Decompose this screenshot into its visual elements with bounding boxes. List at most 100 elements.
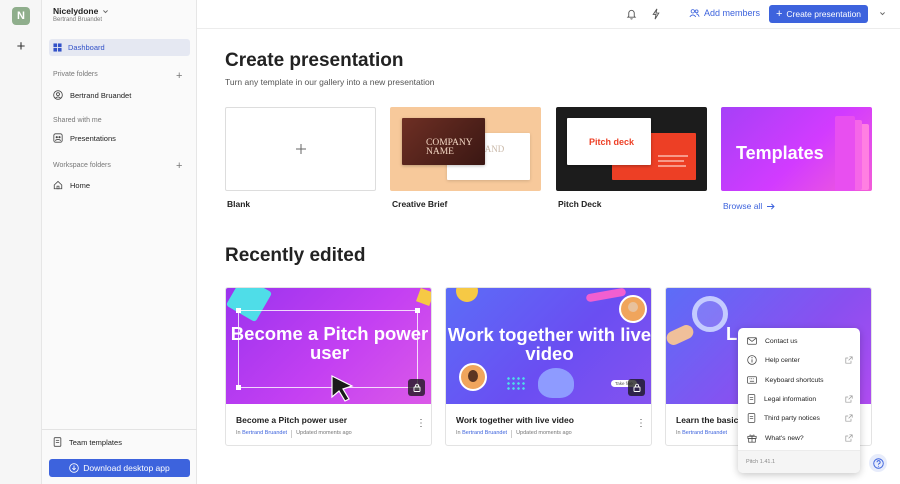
pitch-slide-front: Pitch deck: [567, 118, 651, 165]
help-item-third-party-notices[interactable]: Third party notices: [747, 411, 853, 425]
sidebar-item-private-user[interactable]: Bertrand Bruandet: [53, 90, 131, 100]
avatar-face: [628, 302, 638, 312]
help-item-whats-new[interactable]: What's new?: [747, 431, 853, 445]
decor-hand: [666, 322, 696, 348]
chevron-down-icon[interactable]: [879, 10, 886, 17]
help-item-label: What's new?: [765, 434, 804, 442]
help-button[interactable]: [869, 454, 887, 472]
meta-separator: [291, 430, 293, 438]
download-icon: [69, 463, 79, 473]
decor-yellow-shape: [456, 288, 478, 302]
sidebar-item-home[interactable]: Home: [53, 180, 90, 190]
decor-cone: [538, 368, 574, 398]
template-pitch-deck[interactable]: Pitch deck: [556, 107, 707, 191]
external-link-icon: [845, 414, 853, 422]
team-templates-label: Team templates: [69, 437, 122, 447]
decor-dots: [506, 376, 526, 390]
add-members-button[interactable]: Add members: [689, 8, 760, 18]
recent-card-power-user[interactable]: Become a Pitch power user Become a Pitch…: [225, 287, 432, 446]
recent-card-title: Become a Pitch power user: [236, 415, 348, 425]
creative-slide-heading: COMPANY NAME: [426, 138, 473, 157]
pitch-text-line: [658, 165, 686, 167]
help-menu: Contact us Help center Keyboard shortcut…: [738, 328, 860, 473]
users-icon: [53, 133, 63, 143]
templates-thumb-text: Templates: [736, 143, 824, 163]
template-label-pitch-deck: Pitch Deck: [558, 199, 602, 209]
meta-owner-link[interactable]: Bertrand Bruandet: [682, 430, 727, 436]
meta-updated: Updated moments ago: [516, 430, 572, 436]
meta-separator: [511, 430, 513, 438]
creative-slide-front: COMPANY NAME: [402, 118, 485, 165]
recent-card-title: Work together with live video: [456, 415, 574, 425]
gift-icon: [747, 434, 757, 443]
lock-button[interactable]: [628, 379, 645, 396]
sidebar-item-presentations[interactable]: Presentations: [53, 133, 116, 143]
lock-button[interactable]: [408, 379, 425, 396]
create-presentation-label: Create presentation: [786, 9, 862, 19]
workspace-rail: N +: [0, 0, 42, 484]
plus-icon: +: [775, 8, 783, 20]
help-item-help-center[interactable]: Help center: [747, 353, 853, 367]
stacked-card: [835, 116, 855, 191]
sidebar-item-label: Bertrand Bruandet: [70, 90, 132, 100]
template-icon: [53, 437, 62, 447]
more-options-icon[interactable]: ⋮: [636, 419, 646, 429]
meta-owner-link[interactable]: Bertrand Bruandet: [462, 430, 507, 436]
template-label-creative-brief: Creative Brief: [392, 199, 448, 209]
template-blank[interactable]: [225, 107, 376, 191]
template-creative-brief[interactable]: OF BRAND COMPANY NAME: [390, 107, 541, 191]
workspace-logo[interactable]: N: [12, 7, 30, 25]
add-workspace-icon[interactable]: +: [14, 39, 28, 54]
workspace-switcher[interactable]: Nicelydone: [53, 6, 109, 16]
cursor-icon: [331, 375, 354, 402]
lock-icon: [633, 383, 640, 392]
lightning-icon[interactable]: [651, 8, 661, 20]
browse-all-link[interactable]: Browse all: [723, 201, 775, 211]
meta-updated: Updated moments ago: [296, 430, 352, 436]
more-options-icon[interactable]: ⋮: [416, 419, 426, 429]
template-label-blank: Blank: [227, 199, 251, 209]
meta-in-label: In: [676, 430, 681, 436]
document-icon: [747, 394, 756, 404]
help-item-label: Legal information: [764, 395, 817, 403]
meta-owner-link[interactable]: Bertrand Bruandet: [242, 430, 287, 436]
recent-card-live-video[interactable]: Work together with live video Take five …: [445, 287, 652, 446]
workspace-folders-heading: Workspace folders: [53, 162, 111, 169]
download-desktop-app-button[interactable]: Download desktop app: [49, 459, 190, 477]
help-item-keyboard-shortcuts[interactable]: Keyboard shortcuts: [747, 373, 853, 387]
help-item-legal-information[interactable]: Legal information: [747, 392, 853, 406]
user-circle-icon: [53, 90, 63, 100]
avatar-face: [468, 370, 478, 382]
download-label: Download desktop app: [83, 463, 170, 473]
bell-icon[interactable]: [626, 8, 637, 20]
info-icon: [747, 355, 757, 365]
page-subtitle: Turn any template in our gallery into a …: [225, 77, 435, 87]
selection-handle: [415, 308, 420, 313]
add-members-label: Add members: [704, 8, 761, 18]
help-item-label: Third party notices: [764, 414, 820, 422]
meta-in-label: In: [456, 430, 461, 436]
grid-icon: [53, 43, 62, 52]
create-presentation-button[interactable]: + Create presentation: [769, 5, 868, 23]
team-templates-link[interactable]: Team templates: [53, 437, 122, 447]
sidebar-item-label: Home: [70, 180, 91, 190]
sidebar-item-dashboard[interactable]: Dashboard: [49, 39, 190, 56]
add-private-folder-icon[interactable]: +: [176, 71, 182, 82]
template-gallery[interactable]: Templates: [721, 107, 872, 191]
recent-thumb-title: Work together with live video: [447, 324, 652, 364]
workspace-user: Bertrand Bruandet: [53, 17, 103, 23]
shared-heading: Shared with me: [53, 117, 102, 124]
top-bar: Add members + Create presentation: [197, 0, 900, 29]
help-item-contact-us[interactable]: Contact us: [747, 334, 853, 348]
recent-card-title: Learn the basics: [676, 415, 744, 425]
sidebar: Nicelydone Bertrand Bruandet Dashboard P…: [42, 0, 197, 484]
keyboard-icon: [747, 376, 757, 384]
external-link-icon: [845, 395, 853, 403]
help-item-label: Contact us: [765, 337, 798, 345]
users-icon: [689, 9, 700, 18]
meta-in-label: In: [236, 430, 241, 436]
recent-thumbnail: Work together with live video Take five: [446, 288, 652, 404]
add-workspace-folder-icon[interactable]: +: [176, 161, 182, 172]
pitch-text-line: [658, 160, 684, 162]
workspace-name: Nicelydone: [53, 6, 99, 16]
